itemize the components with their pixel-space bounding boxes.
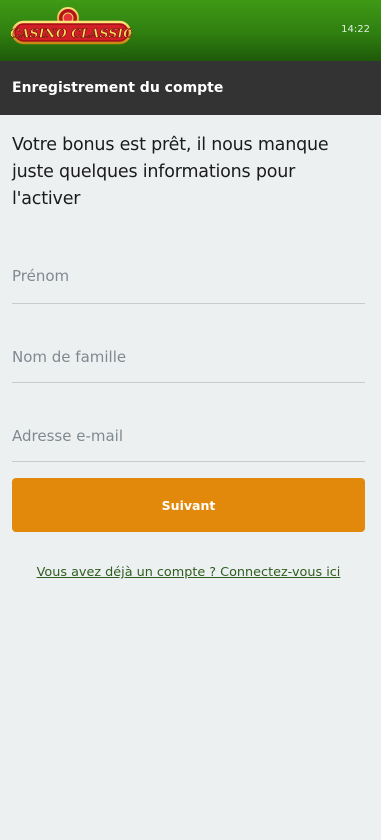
next-button[interactable]: Suivant: [12, 478, 365, 532]
page-title: Enregistrement du compte: [12, 80, 224, 96]
registration-form: Votre bonus est prêt, il nous manque jus…: [0, 132, 381, 580]
bonus-headline: Votre bonus est prêt, il nous manque jus…: [12, 135, 329, 209]
first-name-field: [12, 221, 365, 304]
first-name-input[interactable]: [12, 221, 365, 304]
login-link[interactable]: Vous avez déjà un compte ? Connectez-vou…: [12, 565, 365, 580]
app-header: CASINO CLASSIC 14:22: [0, 0, 381, 61]
email-field: [12, 383, 365, 462]
last-name-input[interactable]: [12, 304, 365, 383]
last-name-field: [12, 304, 365, 383]
status-time: 14:22: [341, 24, 370, 35]
email-input[interactable]: [12, 383, 365, 462]
casino-classic-logo[interactable]: CASINO CLASSIC: [11, 7, 132, 53]
page-title-bar: Enregistrement du compte: [0, 61, 381, 115]
svg-text:CASINO CLASSIC: CASINO CLASSIC: [11, 26, 132, 41]
